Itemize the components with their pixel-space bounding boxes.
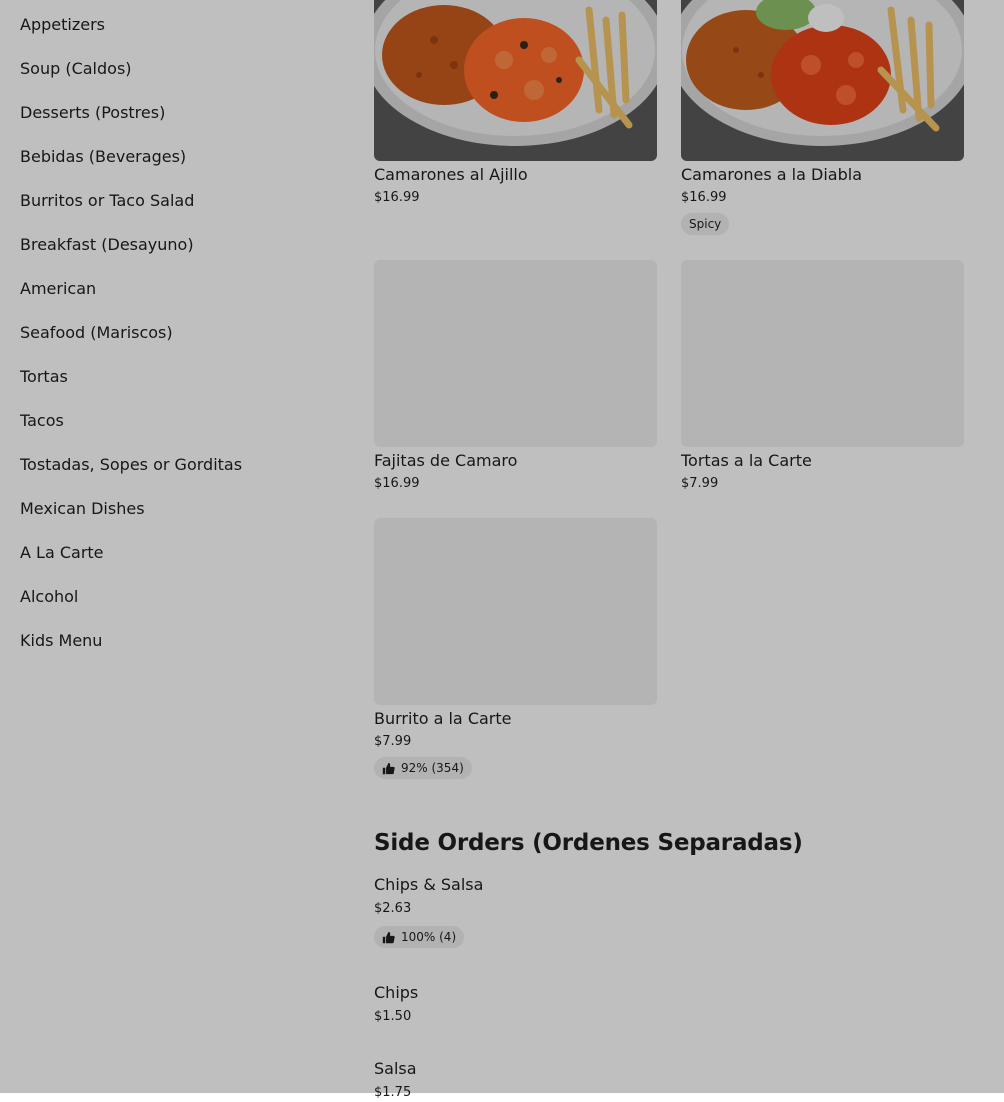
category-mexican-dishes[interactable]: Mexican Dishes (20, 497, 145, 521)
category-kids-menu[interactable]: Kids Menu (20, 629, 102, 653)
category-appetizers[interactable]: Appetizers (20, 13, 105, 37)
thumbs-up-icon (382, 931, 395, 943)
section-title: Side Orders (Ordenes Separadas) (374, 830, 803, 856)
item-name: Chips & Salsa (374, 875, 484, 894)
menu-item-card[interactable]: Fajitas de Camaro $16.99 (374, 260, 657, 493)
category-soup[interactable]: Soup (Caldos) (20, 57, 132, 81)
item-price: $7.99 (374, 734, 412, 749)
image-placeholder (374, 518, 657, 705)
image-placeholder (374, 260, 657, 447)
food-photo-illustration (374, 0, 657, 161)
item-name: Camarones a la Diabla (681, 165, 862, 184)
thumbs-up-icon (382, 762, 395, 774)
menu-item-card[interactable]: Burrito a la Carte $7.99 92% (354) (374, 518, 657, 779)
spicy-badge: Spicy (681, 213, 730, 235)
category-burritos[interactable]: Burritos or Taco Salad (20, 189, 194, 213)
item-name: Salsa (374, 1059, 417, 1078)
rating-badge: 92% (354) (374, 757, 472, 779)
item-price: $7.99 (681, 476, 719, 491)
side-order-item[interactable]: Chips & Salsa $2.63 100% (4) (374, 875, 974, 948)
category-a-la-carte[interactable]: A La Carte (20, 541, 104, 565)
item-name: Camarones al Ajillo (374, 165, 528, 184)
category-desserts[interactable]: Desserts (Postres) (20, 101, 165, 125)
food-photo (681, 0, 964, 161)
side-order-item[interactable]: Salsa $1.75 (374, 1059, 974, 1102)
item-price: $16.99 (374, 190, 420, 205)
item-price: $16.99 (681, 190, 727, 205)
item-name: Fajitas de Camaro (374, 451, 518, 470)
item-name: Burrito a la Carte (374, 709, 512, 728)
food-photo-illustration (681, 0, 964, 161)
item-price: $1.75 (374, 1085, 412, 1100)
item-price: $2.63 (374, 901, 412, 916)
food-photo (374, 0, 657, 161)
item-price: $16.99 (374, 476, 420, 491)
spicy-label: Spicy (689, 217, 722, 231)
category-seafood[interactable]: Seafood (Mariscos) (20, 321, 173, 345)
item-name: Chips (374, 983, 419, 1002)
category-tostadas[interactable]: Tostadas, Sopes or Gorditas (20, 453, 242, 477)
category-tacos[interactable]: Tacos (20, 409, 64, 433)
rating-badge: 100% (4) (374, 926, 465, 948)
category-alcohol[interactable]: Alcohol (20, 585, 78, 609)
menu-item-card[interactable]: Tortas a la Carte $7.99 (681, 260, 964, 493)
rating-text: 92% (354) (401, 761, 464, 775)
image-placeholder (681, 260, 964, 447)
side-order-item[interactable]: Chips $1.50 (374, 983, 974, 1026)
category-american[interactable]: American (20, 277, 96, 301)
menu-item-card[interactable]: Camarones a la Diabla $16.99 Spicy (681, 0, 964, 235)
category-breakfast[interactable]: Breakfast (Desayuno) (20, 233, 194, 257)
category-tortas[interactable]: Tortas (20, 365, 68, 389)
category-beverages[interactable]: Bebidas (Beverages) (20, 145, 186, 169)
menu-item-card[interactable]: Camarones al Ajillo $16.99 (374, 0, 657, 207)
rating-text: 100% (4) (401, 930, 457, 944)
item-price: $1.50 (374, 1009, 412, 1024)
item-name: Tortas a la Carte (681, 451, 812, 470)
